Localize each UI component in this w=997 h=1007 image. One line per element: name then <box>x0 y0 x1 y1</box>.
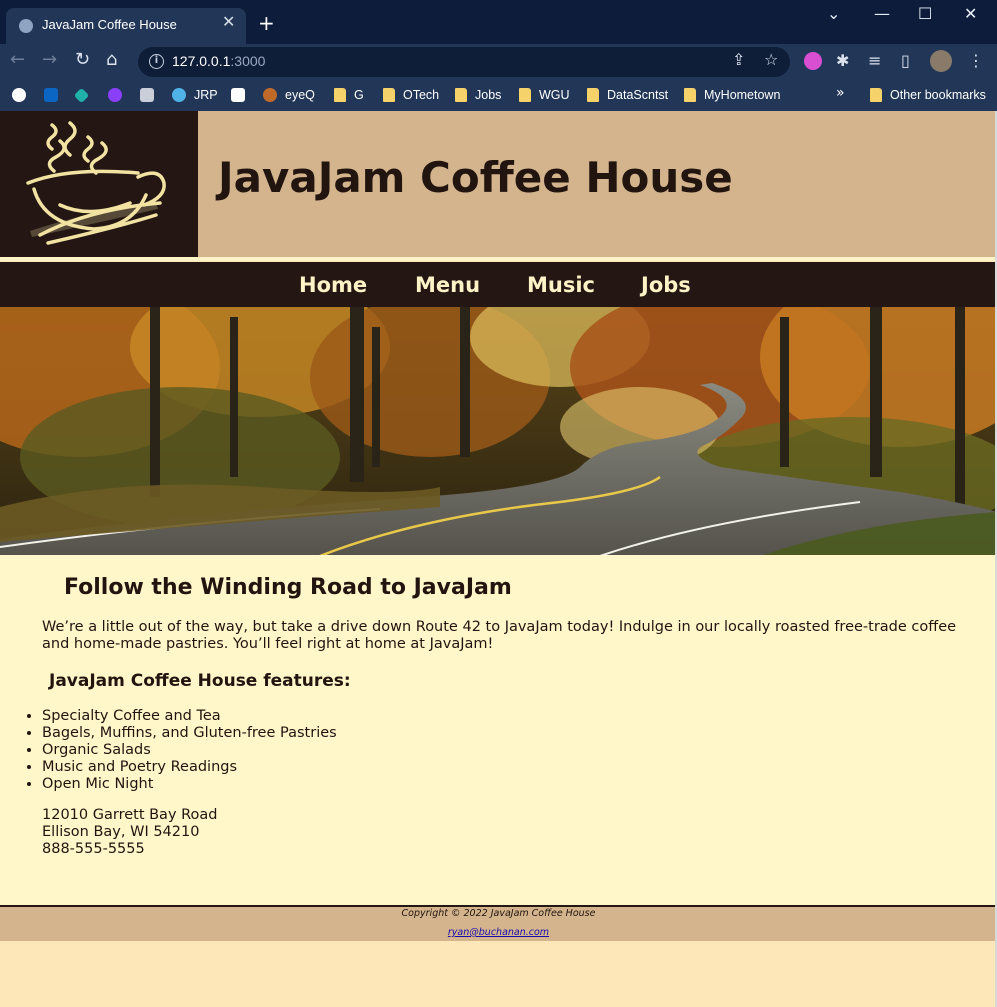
footer-email-link[interactable]: ryan@buchanan.com <box>448 927 549 939</box>
extensions-puzzle-icon[interactable]: ✱ <box>836 53 849 69</box>
site-footer: Copyright © 2022 JavaJam Coffee House ry… <box>0 905 997 941</box>
bookmark-label: OTech <box>403 88 440 102</box>
site-info-icon[interactable]: i <box>149 54 164 69</box>
r-icon[interactable] <box>231 85 253 105</box>
bookmark-wgu[interactable]: WGU <box>519 85 570 105</box>
browser-tab[interactable]: JavaJam Coffee House ✕ <box>6 8 246 44</box>
address-bar[interactable]: i 127.0.0.1:3000 ⇪ ☆ <box>138 47 790 77</box>
site-title: JavaJam Coffee House <box>218 153 733 202</box>
folder-icon <box>519 88 531 102</box>
other-bookmarks[interactable]: Other bookmarks <box>870 85 986 105</box>
bookmark-label: JRP <box>194 88 218 102</box>
winding-road-photo <box>0 307 997 556</box>
nav-menu[interactable]: Menu <box>415 273 480 297</box>
globe-icon <box>19 19 33 33</box>
diamond-icon[interactable] <box>73 85 95 105</box>
bookmarks-overflow-icon[interactable]: » <box>836 85 845 101</box>
folder-icon <box>684 88 696 102</box>
nav-home[interactable]: Home <box>299 273 367 297</box>
main-content: Follow the Winding Road to JavaJam We’re… <box>0 555 997 906</box>
footer-copyright: Copyright © 2022 JavaJam Coffee House <box>401 908 596 919</box>
menu-kebab-icon[interactable]: ⋮ <box>968 53 984 69</box>
ublock-icon[interactable] <box>108 85 130 105</box>
linkedin-icon[interactable] <box>44 85 66 105</box>
folder-icon <box>383 88 395 102</box>
profile-avatar[interactable] <box>930 50 952 72</box>
maximize-button[interactable]: ☐ <box>918 6 932 22</box>
list-item: Open Mic Night <box>42 776 337 793</box>
features-heading: JavaJam Coffee House features: <box>49 671 351 691</box>
header-divider <box>0 257 997 261</box>
address-block: 12010 Garrett Bay Road Ellison Bay, WI 5… <box>42 807 218 858</box>
extension-icon[interactable] <box>804 52 822 70</box>
new-tab-button[interactable]: + <box>258 13 275 33</box>
bookmark-label: DataScntst <box>607 88 669 102</box>
bookmark-g[interactable]: G <box>334 85 364 105</box>
url-text[interactable]: 127.0.0.1:3000 <box>172 53 265 69</box>
bookmark-otech[interactable]: OTech <box>383 85 439 105</box>
list-item: Specialty Coffee and Tea <box>42 708 337 725</box>
coffee-cup-logo <box>0 111 198 257</box>
bookmark-datascntst[interactable]: DataScntst <box>587 85 668 105</box>
home-icon[interactable]: ⌂ <box>106 51 117 69</box>
tab-close-icon[interactable]: ✕ <box>222 14 235 30</box>
tab-search-icon[interactable]: ⌄ <box>827 6 840 22</box>
reading-list-icon[interactable]: ≡ <box>868 53 881 69</box>
address-street: 12010 Garrett Bay Road <box>42 807 218 823</box>
browser-toolbar: ← → ↻ ⌂ i 127.0.0.1:3000 ⇪ ☆ ✱ ≡ ▯ ⋮ <box>0 44 997 80</box>
close-window-button[interactable]: ✕ <box>964 6 977 22</box>
bookmark-label: WGU <box>539 88 570 102</box>
page-icon[interactable] <box>140 85 162 105</box>
back-arrow-icon[interactable]: ← <box>10 51 25 69</box>
folder-icon <box>455 88 467 102</box>
bookmark-jrp[interactable]: JRP <box>172 85 218 105</box>
address-city: Ellison Bay, WI 54210 <box>42 824 200 840</box>
folder-icon <box>587 88 599 102</box>
intro-paragraph: We’re a little out of the way, but take … <box>42 619 957 652</box>
list-item: Organic Salads <box>42 742 337 759</box>
list-item: Bagels, Muffins, and Gluten-free Pastrie… <box>42 725 337 742</box>
coffee-cup-icon <box>26 121 166 245</box>
bookmark-jobs[interactable]: Jobs <box>455 85 501 105</box>
folder-icon <box>334 88 346 102</box>
bookmark-label: Other bookmarks <box>890 88 986 102</box>
bookmark-myhometown[interactable]: MyHometown <box>684 85 780 105</box>
bookmark-label: MyHometown <box>704 88 781 102</box>
features-list: Specialty Coffee and Tea Bagels, Muffins… <box>42 708 337 793</box>
side-panel-icon[interactable]: ▯ <box>901 53 910 69</box>
hero-winding-road-image <box>0 307 997 556</box>
list-item: Music and Poetry Readings <box>42 759 337 776</box>
reload-icon[interactable]: ↻ <box>75 51 90 69</box>
url-host: 127.0.0.1 <box>172 53 231 69</box>
folder-icon <box>870 88 882 102</box>
bookmark-label: Jobs <box>475 88 502 102</box>
main-nav: Home Menu Music Jobs <box>0 262 997 308</box>
bookmark-label: G <box>354 88 364 102</box>
url-port: :3000 <box>230 53 266 69</box>
web-page: JavaJam Coffee House Home Menu Music Job… <box>0 111 997 1007</box>
bookmark-eyeq[interactable]: eyeQ <box>263 85 315 105</box>
minimize-button[interactable]: — <box>874 6 890 22</box>
nav-jobs[interactable]: Jobs <box>641 273 691 297</box>
address-phone: 888-555-5555 <box>42 841 145 857</box>
bookmarks-bar: JRP eyeQ G OTech Jobs WGU DataScntst MyH… <box>0 80 997 111</box>
browser-titlebar: JavaJam Coffee House ✕ + ⌄ — ☐ ✕ <box>0 0 997 44</box>
site-header: JavaJam Coffee House <box>0 111 997 258</box>
content-heading: Follow the Winding Road to JavaJam <box>64 575 512 600</box>
nav-music[interactable]: Music <box>527 273 595 297</box>
bookmark-label: eyeQ <box>285 88 315 102</box>
share-icon[interactable]: ⇪ <box>732 52 745 68</box>
bookmark-star-icon[interactable]: ☆ <box>764 52 778 68</box>
tab-title: JavaJam Coffee House <box>42 17 177 32</box>
forward-arrow-icon[interactable]: → <box>42 51 57 69</box>
github-icon[interactable] <box>12 85 34 105</box>
